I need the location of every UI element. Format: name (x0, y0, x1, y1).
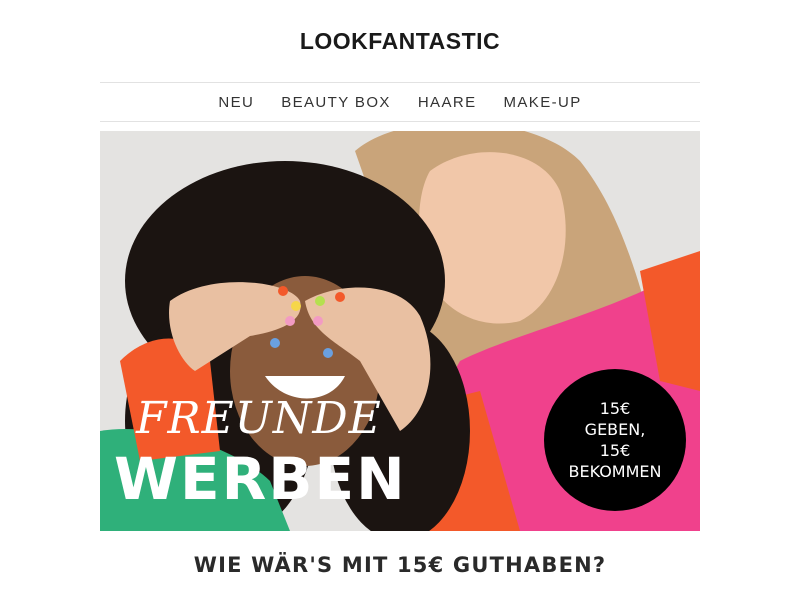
nav-item-make-up[interactable]: MAKE-UP (504, 94, 582, 111)
badge-line-1: 15€ (599, 399, 631, 418)
hero-title-freunde: FREUNDE (136, 393, 382, 444)
brand-logo[interactable]: LOOKFANTASTIC (0, 28, 800, 55)
hero-banner[interactable]: FREUNDE WERBEN 15€ GEBEN, 15€ BEKOMMEN (100, 131, 700, 531)
nav-item-haare[interactable]: HAARE (418, 94, 477, 111)
offer-badge: 15€ GEBEN, 15€ BEKOMMEN (544, 369, 686, 511)
email-page: LOOKFANTASTIC NEU BEAUTY BOX HAARE MAKE-… (0, 0, 800, 600)
hero-title-werben: WERBEN (114, 445, 407, 513)
badge-line-4: BEKOMMEN (568, 462, 662, 481)
nav-item-beauty-box[interactable]: BEAUTY BOX (281, 94, 391, 111)
section-headline: WIE WÄR'S MIT 15€ GUTHABEN? (193, 553, 607, 577)
main-nav: NEU BEAUTY BOX HAARE MAKE-UP (100, 82, 700, 122)
badge-line-2: GEBEN, (584, 420, 646, 439)
nav-item-neu[interactable]: NEU (218, 94, 254, 111)
badge-line-3: 15€ (599, 441, 631, 460)
